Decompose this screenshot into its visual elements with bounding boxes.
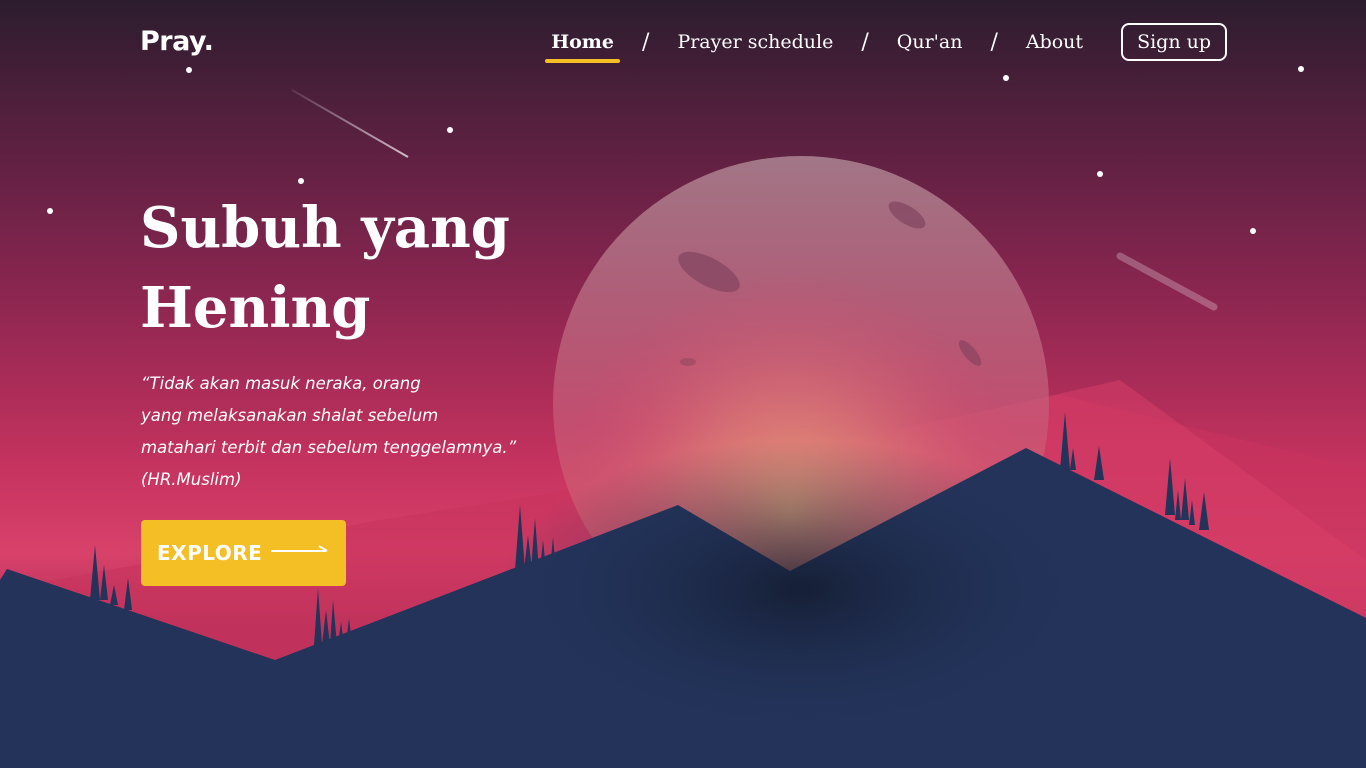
nav-item-about[interactable]: About bbox=[1020, 31, 1089, 53]
hero-quote: “Tidak akan masuk neraka, orang yang mel… bbox=[141, 374, 517, 489]
star bbox=[1097, 171, 1103, 177]
hero-title: Subuh yang Hening bbox=[140, 195, 510, 341]
mountain-shadow bbox=[500, 440, 1100, 740]
shooting-star bbox=[1116, 252, 1218, 311]
nav-item-home[interactable]: Home bbox=[545, 31, 620, 63]
star bbox=[47, 208, 53, 214]
nav-item-prayer-schedule[interactable]: Prayer schedule bbox=[671, 31, 839, 53]
main-nav: Home / Prayer schedule / Qur'an / About … bbox=[545, 22, 1227, 63]
explore-label: EXPLORE bbox=[157, 541, 263, 565]
signup-button[interactable]: Sign up bbox=[1121, 23, 1227, 61]
star bbox=[1003, 75, 1009, 81]
star bbox=[298, 178, 304, 184]
star bbox=[447, 127, 453, 133]
explore-button[interactable]: EXPLORE bbox=[141, 520, 346, 586]
nav-separator: / bbox=[990, 29, 998, 55]
star bbox=[1250, 228, 1256, 234]
shooting-star bbox=[291, 89, 409, 158]
nav-separator: / bbox=[861, 29, 869, 55]
star bbox=[1298, 66, 1304, 72]
logo[interactable]: Pray. bbox=[140, 26, 214, 57]
star bbox=[186, 67, 192, 73]
nav-item-quran[interactable]: Qur'an bbox=[891, 31, 969, 53]
arrow-right-icon bbox=[270, 544, 330, 563]
nav-separator: / bbox=[642, 29, 650, 55]
